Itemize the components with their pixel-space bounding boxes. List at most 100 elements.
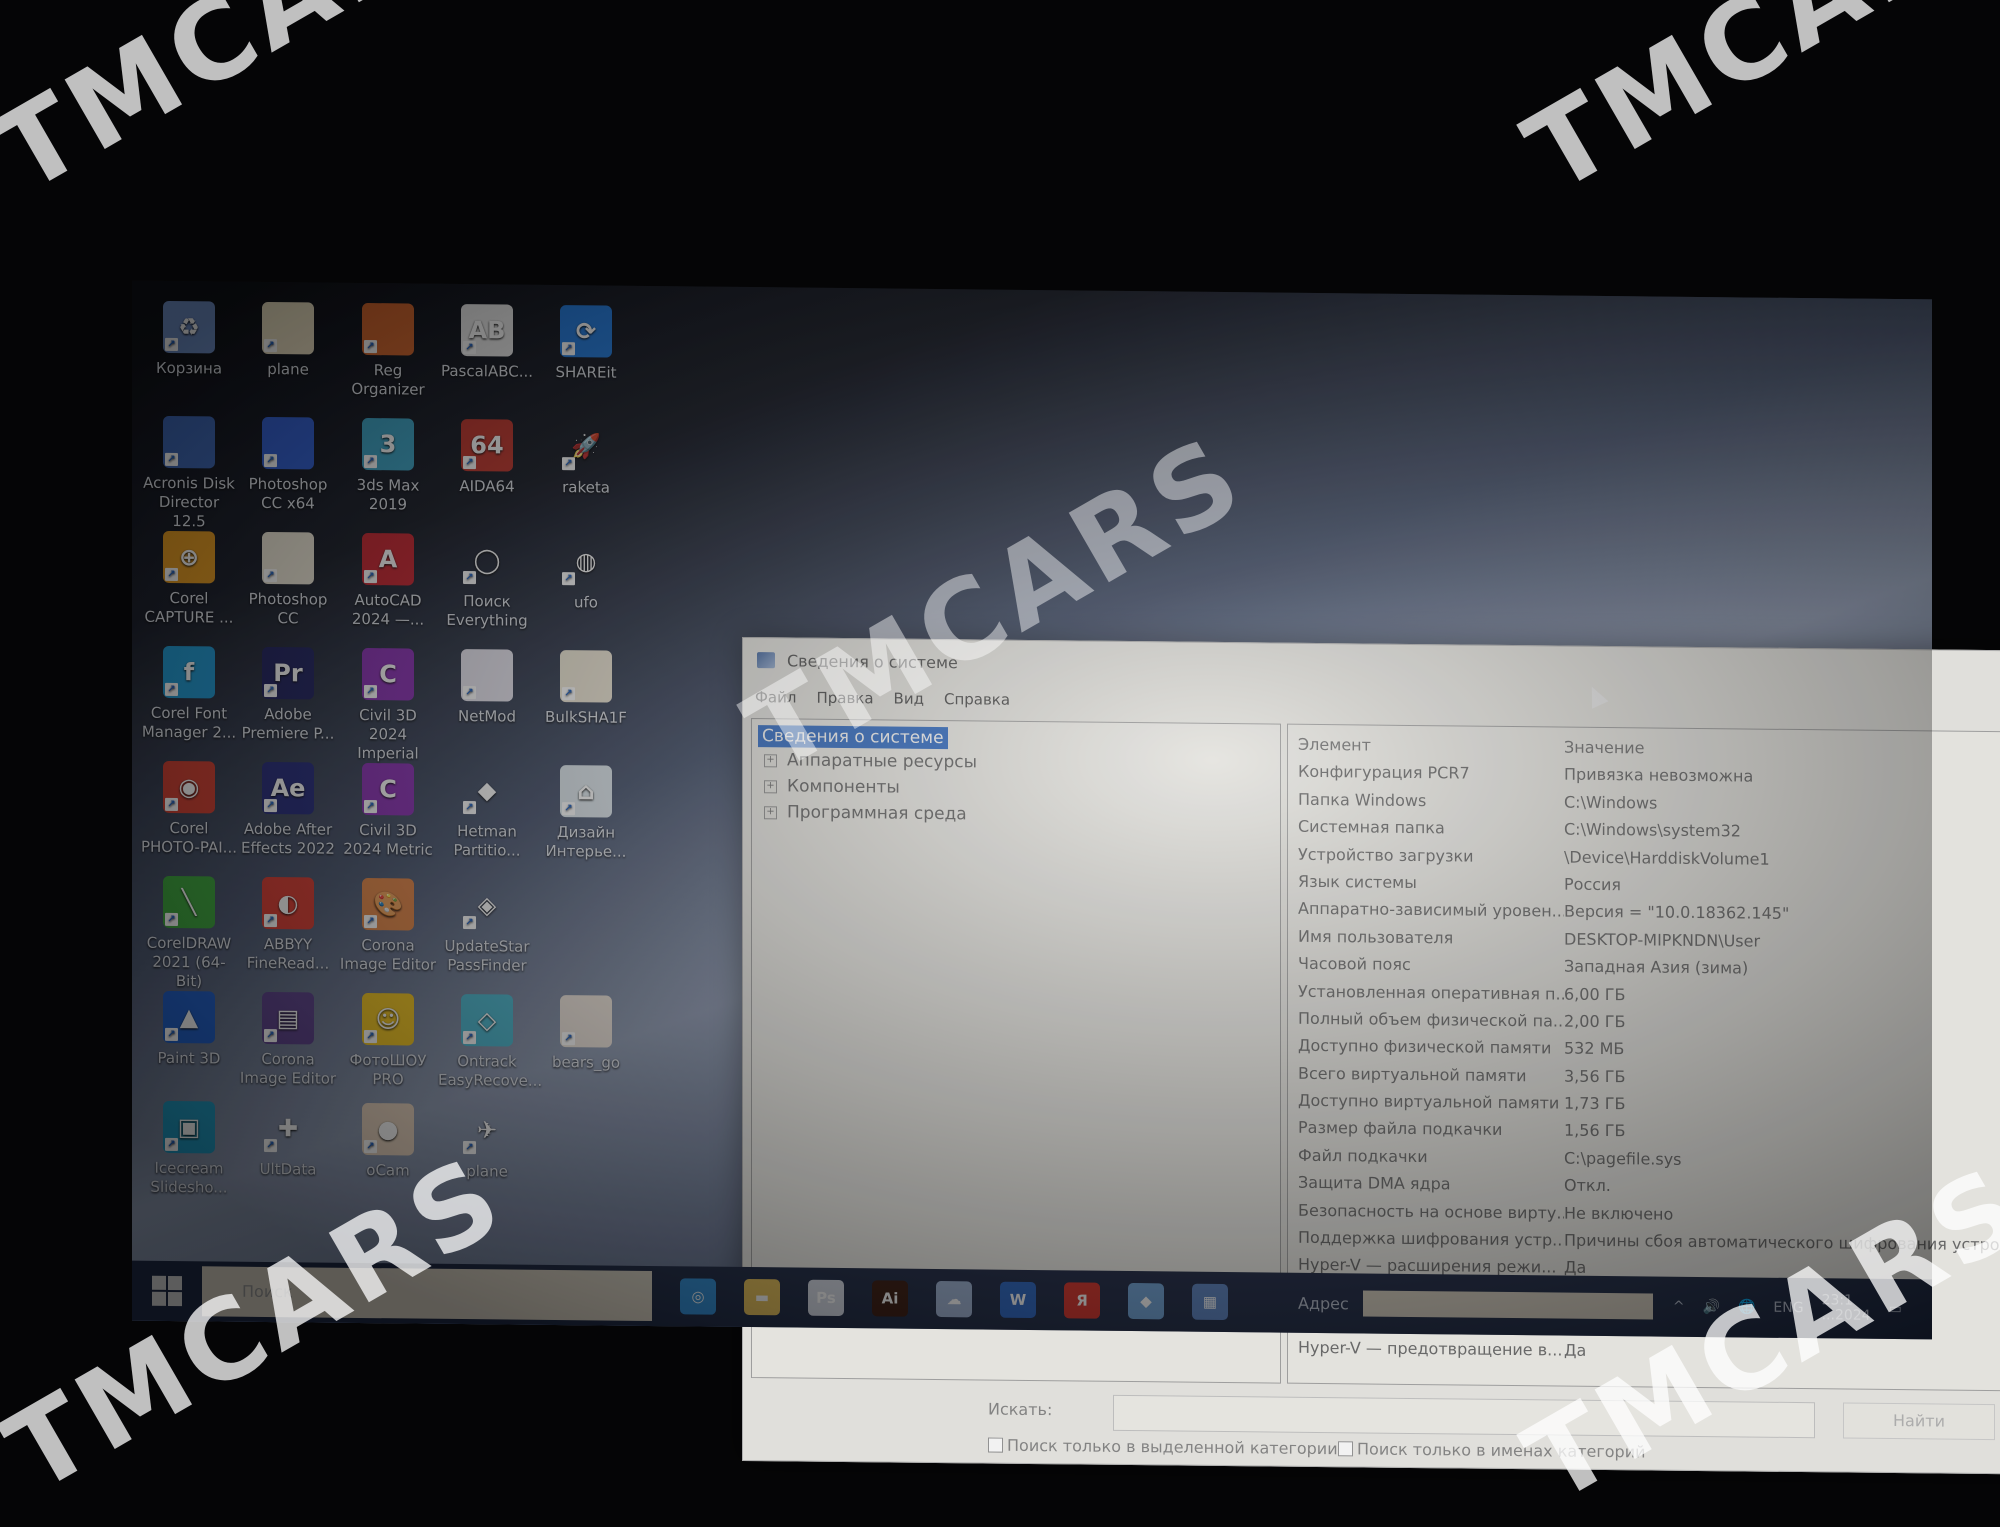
desktop-icon[interactable]: ◉ ↗ Corel PHOTO-PAI...	[140, 760, 238, 858]
volume-icon[interactable]: 🔊	[1703, 1299, 1720, 1315]
checkbox[interactable]	[988, 1437, 1003, 1453]
clock[interactable]: 23:1 ...2024	[1822, 1292, 1871, 1324]
desktop-icon[interactable]: ◍ ↗ ufo	[537, 535, 635, 613]
desktop-icon[interactable]	[537, 880, 635, 939]
item-cell: Конфигурация PCR7	[1298, 762, 1470, 783]
checkbox[interactable]	[1338, 1441, 1353, 1457]
desktop-icon-label: UpdateStar PassFinder	[444, 936, 530, 975]
notifications-icon[interactable]: ▭	[1889, 1301, 1902, 1317]
search-input[interactable]	[1113, 1394, 1815, 1439]
desktop-icon[interactable]: ⟳ ↗ SHAREit	[537, 305, 635, 383]
windows-logo-icon	[152, 1275, 166, 1290]
desktop-icon[interactable]: Ae ↗ Adobe After Effects 2022	[239, 761, 337, 859]
app-icon[interactable]: ◆	[1128, 1283, 1164, 1320]
yandex-icon[interactable]: Я	[1064, 1282, 1100, 1319]
checkbox-search-category-names[interactable]: Поиск только в именах категорий	[1338, 1439, 1646, 1461]
desktop-icon[interactable]: Pr ↗ Adobe Premiere P...	[239, 646, 337, 744]
monitor-screen: ♻ ↗ Корзина ↗ plane ↗ Reg Organizer AB ↗ PascalAB…	[132, 280, 2000, 1475]
shortcut-arrow-icon: ↗	[463, 341, 476, 355]
file-explorer-icon[interactable]: ▬	[744, 1278, 780, 1316]
desktop-icon[interactable]: 64 ↗ AIDA64	[438, 419, 536, 497]
word-icon[interactable]: W	[1000, 1281, 1036, 1319]
desktop-icon[interactable]: ☺ ↗ ФотоШОУ PRO	[339, 992, 437, 1090]
recycle-bin-icon: ♻ ↗	[163, 300, 215, 354]
desktop-icon[interactable]: f ↗ Corel Font Manager 2...	[140, 645, 238, 743]
find-button[interactable]: Найти	[1843, 1402, 1995, 1441]
chrome-icon[interactable]: ◎	[680, 1278, 716, 1315]
shortcut-arrow-icon: ↗	[364, 685, 377, 699]
after-effects-icon: Ae ↗	[262, 761, 314, 815]
desktop-icon[interactable]: 3 ↗ 3ds Max 2019	[339, 417, 437, 515]
desktop-icon[interactable]: ▤ ↗ Corona Image Editor	[239, 991, 337, 1089]
desktop-icon[interactable]: ♻ ↗ Корзина	[140, 300, 238, 379]
desktop-icon[interactable]: ↗ Photoshop CC x64	[239, 416, 337, 514]
tree-root-system-summary[interactable]: Сведения о системе	[758, 725, 948, 750]
desktop-icon[interactable]: ◆ ↗ Hetman Partitio...	[438, 764, 536, 861]
taskbar-search-box[interactable]: Поиск	[202, 1266, 652, 1322]
menu-help[interactable]: Справка	[944, 690, 1010, 709]
start-button[interactable]	[152, 1275, 182, 1307]
desktop-icon[interactable]: ◐ ↗ ABBYY FineRead...	[239, 876, 337, 974]
desktop-icon[interactable]: ◇ ↗ Ontrack EasyRecove...	[438, 994, 542, 1091]
desktop-icon-label: plane	[466, 1162, 508, 1181]
desktop-icon[interactable]: ⌂ ↗ Дизайн Интерье...	[537, 765, 635, 862]
language-indicator[interactable]: ENG	[1773, 1300, 1803, 1316]
menu-file[interactable]: Файл	[755, 688, 796, 706]
address-toolbar-input[interactable]	[1362, 1290, 1653, 1320]
desktop-icon[interactable]: ↗ bears_go	[537, 995, 635, 1073]
desktop-icon-label: Corona Image Editor	[339, 935, 437, 974]
desktop-icon[interactable]: 🎨 ↗ Corona Image Editor	[339, 877, 437, 975]
checkbox-search-selected-category[interactable]: Поиск только в выделенной категории	[988, 1436, 1338, 1458]
desktop-icon[interactable]: ▣ ↗ Icecream Slidesho...	[140, 1100, 238, 1198]
system-info-app-icon	[757, 652, 775, 669]
shortcut-arrow-icon: ↗	[264, 338, 277, 353]
desktop-icon[interactable]: ▲ ↗ Paint 3D	[140, 990, 238, 1069]
network-globe-icon[interactable]: 🌐	[1738, 1299, 1755, 1315]
desktop-icon-label: UltData	[259, 1159, 317, 1179]
menu-view[interactable]: Вид	[894, 690, 924, 708]
desktop-icon[interactable]: ↗ Photoshop CC	[239, 531, 337, 629]
desktop-icon-label: Adobe Premiere P...	[241, 704, 335, 743]
desktop-icon-label: BulkSHA1F	[545, 707, 627, 727]
shortcut-arrow-icon: ↗	[364, 1140, 377, 1154]
shortcut-arrow-icon: ↗	[463, 571, 476, 585]
desktop-icon[interactable]: ⊕ ↗ Corel CAPTURE ...	[140, 530, 238, 628]
photoshop-icon[interactable]: Ps	[808, 1279, 844, 1317]
shortcut-arrow-icon: ↗	[165, 452, 178, 467]
expand-icon[interactable]: +	[764, 753, 777, 767]
desktop-icon[interactable]: ╲ ↗ CorelDRAW 2021 (64-Bit)	[140, 875, 238, 992]
shortcut-arrow-icon: ↗	[165, 337, 178, 352]
illustrator-icon[interactable]: Ai	[872, 1280, 908, 1317]
tree-item-software-environment[interactable]: + Программная среда	[764, 799, 1274, 830]
cloud-app-icon[interactable]: ☁	[936, 1280, 972, 1318]
shortcut-arrow-icon: ↗	[165, 567, 178, 582]
desktop-icon[interactable]: C ↗ Civil 3D 2024 Metric	[339, 762, 437, 860]
desktop-icon[interactable]: ✚ ↗ UltData	[239, 1102, 337, 1180]
desktop-icon[interactable]: C ↗ Civil 3D 2024 Imperial	[339, 647, 437, 764]
show-hidden-icons-chevron-icon[interactable]: ^	[1673, 1299, 1685, 1315]
desktop-icon[interactable]: ● ↗ oCam	[339, 1102, 437, 1181]
desktop-icon-label: Hetman Partitio...	[453, 821, 521, 860]
desktop-icon-label: Photoshop CC	[248, 589, 328, 628]
desktop-icon[interactable]: 🚀 ↗ raketa	[537, 420, 635, 498]
expand-icon[interactable]: +	[764, 805, 777, 819]
desktop-icon-label: Acronis Disk Director 12.5	[143, 473, 235, 531]
desktop-icon[interactable]: AB ↗ PascalABC...	[438, 304, 536, 382]
system-info-icon[interactable]: ▦	[1192, 1283, 1228, 1321]
desktop-icon[interactable]: ↗ Reg Organizer	[339, 302, 437, 400]
desktop-icon[interactable]: ↗ Acronis Disk Director 12.5	[140, 415, 238, 532]
desktop-icon[interactable]: ↗ plane	[239, 301, 337, 380]
desktop-icon[interactable]: ↗ NetMod	[438, 649, 536, 727]
menu-edit[interactable]: Правка	[816, 689, 873, 708]
desktop-icon[interactable]: ◈ ↗ UpdateStar PassFinder	[438, 879, 536, 976]
pascalabc-icon: AB ↗	[461, 304, 513, 357]
photoshop-icon: ↗	[262, 416, 314, 470]
expand-icon[interactable]: +	[764, 779, 777, 793]
desktop-icon[interactable]: ◯ ↗ Поиск Everything	[438, 534, 536, 631]
column-header-item[interactable]: Элемент	[1298, 731, 1564, 761]
desktop-icon[interactable]: ↗ BulkSHA1F	[537, 650, 635, 728]
desktop-icon[interactable]: A ↗ AutoCAD 2024 —...	[339, 532, 437, 630]
desktop-icon[interactable]: ✈ ↗ plane	[438, 1104, 536, 1182]
pinned-apps: ◎ ▬ Ps Ai ☁ W Я ◆ ▦	[652, 1278, 1228, 1321]
shortcut-arrow-icon: ↗	[463, 686, 476, 700]
